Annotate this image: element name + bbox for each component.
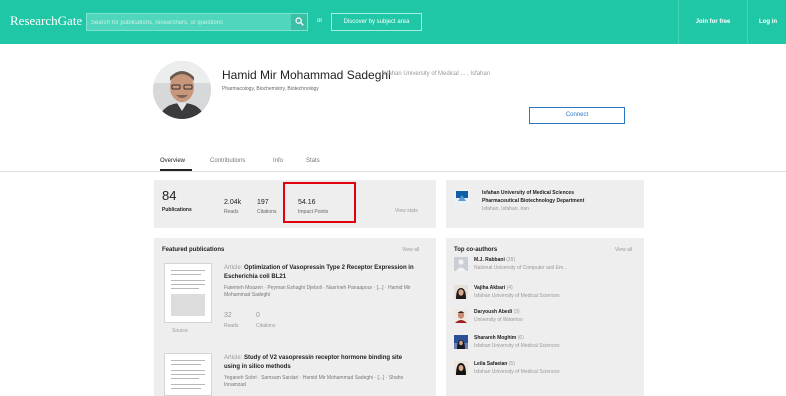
search-input[interactable] [91, 15, 291, 30]
citations-label: Citations [257, 209, 277, 215]
publication-title-text[interactable]: Optimization of Vasopressin Type 2 Recep… [224, 265, 414, 280]
coauthor-count: (29) [506, 257, 516, 263]
profile-photo-image [153, 61, 211, 119]
profile-avatar [153, 61, 211, 119]
publication-reads-count: 32 [224, 312, 232, 319]
publication-title[interactable]: Article: Optimization of Vasopressin Typ… [224, 264, 414, 282]
discover-by-subject-button[interactable]: Discover by subject area [331, 13, 422, 31]
coauthor-institution: Isfahan University of Medical Sciences [474, 343, 560, 349]
coauthor-count: (3) [513, 309, 520, 315]
publication-type: Article: [224, 265, 243, 271]
coauthor-institution: National University of Computer and Em..… [474, 265, 568, 271]
search-box [86, 13, 308, 31]
coauthor-name[interactable]: Vajiha Akbari (4) [474, 285, 513, 291]
citations-count: 197 [257, 199, 269, 206]
coauthor-photo-image [454, 361, 468, 375]
institution-emblem-icon [456, 195, 468, 204]
reads-label: Reads [224, 209, 239, 215]
publication-authors: Yeganeh Sobri · Samsam Sardari · Hamid M… [224, 375, 404, 388]
tab-overview[interactable]: Overview [160, 158, 185, 164]
top-coauthors-card: Top co-authors View all M.J. Rabbani (29… [446, 238, 644, 396]
coauthor-name-text[interactable]: Leila Safaeian [474, 361, 507, 367]
coauthor-institution: University of Waterloo [474, 317, 523, 323]
researchgate-logo[interactable]: ResearchGate [10, 13, 82, 29]
publications-count: 84 [162, 188, 177, 203]
institution-name[interactable]: Isfahan University of Medical Sciences [482, 190, 574, 196]
profile-disciplines: Pharmacology, Biochemistry, Biotechnolog… [222, 86, 319, 92]
publication-title[interactable]: Article: Study of V2 vasopressin recepto… [224, 354, 414, 372]
tab-stats[interactable]: Stats [306, 158, 320, 164]
publication-title-text[interactable]: Study of V2 vasopressin receptor hormone… [224, 355, 402, 370]
join-for-free-link[interactable]: Join for free [678, 0, 748, 44]
coauthor-photo-image [454, 309, 468, 323]
tab-info[interactable]: Info [273, 158, 283, 164]
coauthor-institution: Isfahan University of Medical Sciences [474, 293, 560, 299]
coauthor-institution: Isfahan University of Medical Sciences [474, 369, 560, 375]
institution-card: Isfahan University of Medical Sciences P… [446, 180, 644, 228]
tabs-divider [0, 171, 786, 172]
featured-view-all-link[interactable]: View all [402, 247, 419, 253]
coauthor-name-text[interactable]: Sharareh Moghim [474, 335, 516, 341]
publication-thumbnail[interactable] [164, 263, 212, 323]
or-text: or [317, 18, 323, 24]
profile-name: Hamid Mir Mohammad Sadeghi [222, 68, 391, 82]
publication-authors: Fatemeh Moazen · Peyman Eshaghi Djeboli … [224, 285, 411, 298]
coauthor-count: (4) [506, 285, 513, 291]
coauthor-name[interactable]: Leila Safaeian (5) [474, 361, 515, 367]
coauthor-photo-image [454, 285, 468, 299]
tab-contributions[interactable]: Contributions [210, 158, 245, 164]
default-user-icon [454, 257, 468, 271]
coauthor-name-text[interactable]: Vajiha Akbari [474, 285, 505, 291]
featured-publications-card: Featured publications View all Source Ar… [154, 238, 436, 396]
publication-reads-label: Reads [224, 323, 239, 329]
coauthor-count: (6) [517, 335, 524, 341]
coauthor-avatar[interactable] [454, 285, 468, 299]
publication-citations-label: Citations [256, 323, 276, 329]
institution-logo-icon [454, 189, 470, 205]
view-stats-link[interactable]: View stats [395, 208, 418, 214]
coauthor-name[interactable]: M.J. Rabbani (29) [474, 257, 515, 263]
publication-type: Article: [224, 355, 243, 361]
connect-button[interactable]: Connect [529, 107, 625, 124]
source-label: Source [172, 328, 188, 334]
coauthor-name[interactable]: Daryoush Abedi (3) [474, 309, 520, 315]
thumbnail-figure [171, 294, 205, 316]
coauthor-avatar[interactable] [454, 361, 468, 375]
search-icon [295, 17, 304, 26]
coauthor-avatar[interactable] [454, 335, 468, 349]
institution-department[interactable]: Pharmaceutical Biotechnology Department [482, 198, 584, 204]
search-button[interactable] [291, 14, 307, 30]
top-coauthors-title: Top co-authors [454, 247, 498, 253]
coauthor-name[interactable]: Sharareh Moghim (6) [474, 335, 524, 341]
coauthor-avatar[interactable] [454, 257, 468, 271]
publication-thumbnail[interactable] [164, 353, 212, 396]
top-navigation-bar: ResearchGate or Discover by subject area… [0, 0, 786, 44]
coauthor-count: (5) [508, 361, 515, 367]
institution-location: Isfahan, Isfahan, Iran [482, 206, 529, 212]
profile-affiliation[interactable]: Isfahan University of Medical ... , Isfa… [382, 71, 490, 77]
publications-label: Publications [162, 207, 192, 213]
log-in-link[interactable]: Log in [750, 0, 786, 44]
publication-citations-count: 0 [256, 312, 260, 319]
coauthor-name-text[interactable]: Daryoush Abedi [474, 309, 512, 315]
featured-publications-title: Featured publications [162, 247, 225, 253]
coauthor-name-text[interactable]: M.J. Rabbani [474, 257, 505, 263]
reads-count: 2.04k [224, 199, 242, 206]
coauthors-view-all-link[interactable]: View all [615, 247, 632, 253]
coauthor-photo-image [454, 335, 468, 349]
impact-points-highlight-box [283, 182, 356, 223]
coauthor-avatar[interactable] [454, 309, 468, 323]
